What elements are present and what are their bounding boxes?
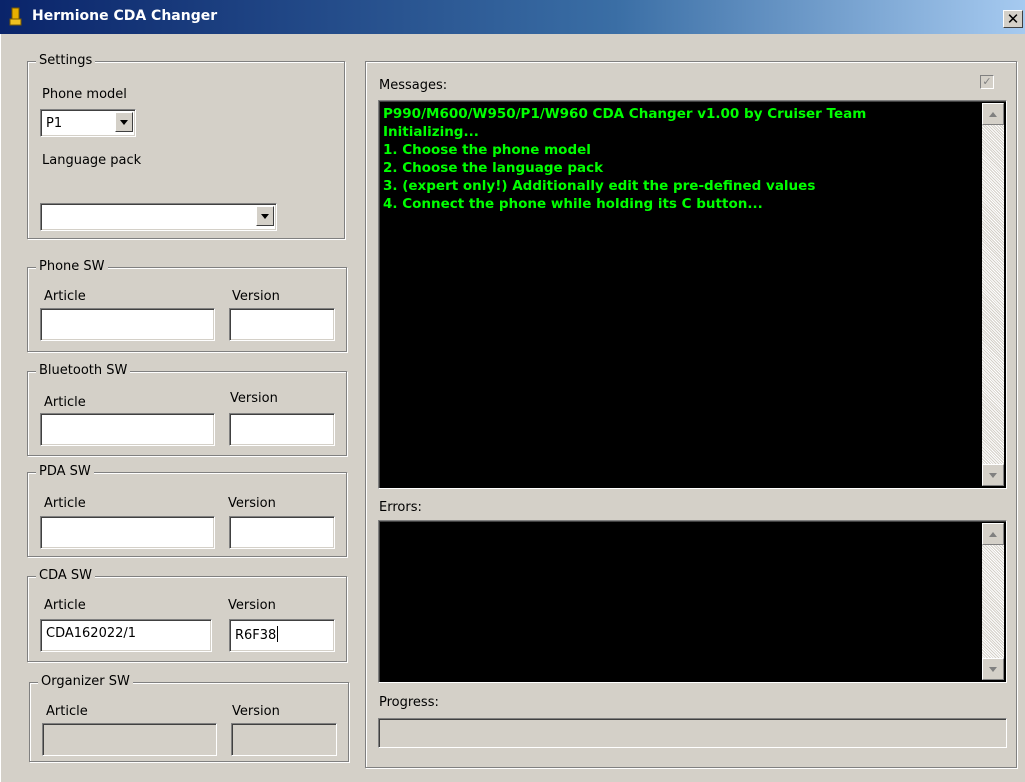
bluetooth-article-label: Article [44, 395, 86, 410]
title-bar: Hermione CDA Changer ✕ [0, 0, 1025, 34]
progress-bar [378, 718, 1007, 748]
phone-article-input[interactable] [40, 308, 215, 341]
organizer-sw-group: Organizer SW Article Version [29, 674, 349, 762]
settings-group: Settings Phone model P1 Language pack [27, 53, 345, 239]
bluetooth-sw-legend: Bluetooth SW [36, 363, 131, 379]
app-icon [9, 7, 22, 26]
message-line: 4. Connect the phone while holding its C… [383, 196, 763, 212]
close-button[interactable]: ✕ [1003, 10, 1023, 28]
chevron-down-icon[interactable] [256, 206, 274, 226]
cda-version-input[interactable]: R6F38 [229, 619, 335, 652]
scroll-down-arrow-icon[interactable] [982, 464, 1004, 486]
organizer-article-input [42, 723, 217, 756]
phone-article-label: Article [44, 289, 86, 304]
message-line: 3. (expert only!) Additionally edit the … [383, 178, 816, 194]
output-panel: Messages: ✓ P990/M600/W950/P1/W960 CDA C… [365, 61, 1017, 768]
bluetooth-version-input[interactable] [229, 413, 335, 446]
organizer-sw-legend: Organizer SW [38, 674, 133, 690]
chevron-down-icon[interactable] [115, 112, 133, 132]
phone-version-input[interactable] [229, 308, 335, 341]
phone-sw-group: Phone SW Article Version [27, 259, 347, 352]
message-line: 2. Choose the language pack [383, 160, 604, 176]
phone-model-label: Phone model [42, 87, 127, 102]
cda-article-value: CDA162022/1 [46, 626, 137, 641]
messages-label: Messages: [379, 78, 448, 93]
language-pack-label: Language pack [42, 153, 142, 168]
cda-version-value: R6F38 [235, 628, 277, 643]
pda-sw-legend: PDA SW [36, 464, 94, 480]
scroll-down-arrow-icon[interactable] [982, 658, 1004, 680]
organizer-version-input [231, 723, 337, 756]
pda-version-input[interactable] [229, 516, 335, 549]
cda-article-label: Article [44, 598, 86, 613]
errors-scrollbar[interactable] [982, 523, 1004, 680]
message-line: 1. Choose the phone model [383, 142, 591, 158]
phone-model-select[interactable]: P1 [40, 109, 136, 137]
phone-version-label: Version [232, 289, 280, 304]
cda-article-input[interactable]: CDA162022/1 [40, 619, 212, 652]
pda-version-label: Version [228, 496, 276, 511]
scroll-up-arrow-icon[interactable] [982, 103, 1004, 125]
cda-sw-group: CDA SW Article Version CDA162022/1 R6F38 [27, 568, 347, 662]
window-title: Hermione CDA Changer [32, 8, 218, 24]
phone-sw-legend: Phone SW [36, 259, 108, 275]
organizer-article-label: Article [46, 704, 88, 719]
messages-checkbox: ✓ [980, 75, 994, 89]
message-line: Initializing... [383, 124, 479, 140]
message-line: P990/M600/W950/P1/W960 CDA Changer v1.00… [383, 106, 867, 122]
language-pack-select[interactable] [40, 203, 277, 231]
settings-legend: Settings [36, 53, 96, 69]
window-client-area: Settings Phone model P1 Language pack Ph… [0, 34, 1025, 782]
bluetooth-sw-group: Bluetooth SW Article Version [27, 363, 347, 456]
errors-console [378, 520, 1007, 683]
progress-label: Progress: [379, 695, 439, 710]
messages-text: P990/M600/W950/P1/W960 CDA Changer v1.00… [383, 105, 980, 213]
pda-article-input[interactable] [40, 516, 215, 549]
bluetooth-article-input[interactable] [40, 413, 215, 446]
text-caret [277, 626, 279, 642]
errors-label: Errors: [379, 500, 422, 515]
messages-console: P990/M600/W950/P1/W960 CDA Changer v1.00… [378, 100, 1007, 489]
scroll-up-arrow-icon[interactable] [982, 523, 1004, 545]
phone-model-value: P1 [46, 116, 63, 131]
cda-sw-legend: CDA SW [36, 568, 95, 584]
bluetooth-version-label: Version [230, 391, 278, 406]
pda-article-label: Article [44, 496, 86, 511]
cda-version-label: Version [228, 598, 276, 613]
pda-sw-group: PDA SW Article Version [27, 464, 347, 557]
organizer-version-label: Version [232, 704, 280, 719]
messages-scrollbar[interactable] [982, 103, 1004, 486]
